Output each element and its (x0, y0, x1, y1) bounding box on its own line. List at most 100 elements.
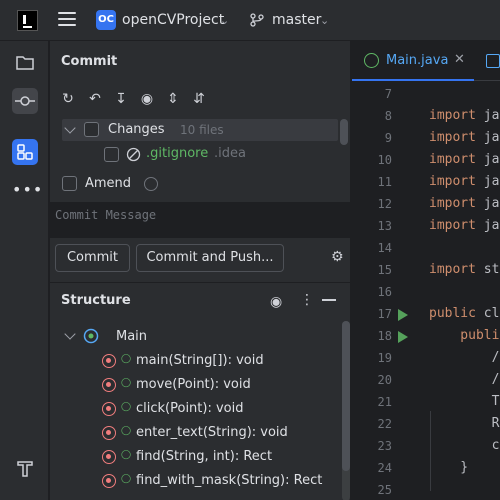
scrollbar[interactable] (342, 321, 350, 500)
changes-count: 10 files (180, 123, 224, 137)
commit-button[interactable]: Commit (55, 244, 130, 272)
branch-name[interactable]: master (272, 12, 321, 28)
minimize-icon[interactable] (322, 299, 336, 301)
gear-icon[interactable]: ⚙ (331, 250, 345, 264)
code-line[interactable]: } (429, 460, 468, 475)
close-icon[interactable]: ✕ (454, 52, 465, 67)
commit-icon[interactable] (12, 88, 38, 114)
eye-icon[interactable]: ◉ (270, 294, 282, 310)
code-line[interactable]: import ja (429, 196, 499, 211)
public-lock-icon: ◯ (121, 450, 132, 460)
chevron-down-icon[interactable] (64, 122, 76, 134)
next-tab-icon[interactable] (486, 54, 500, 68)
rollback-icon[interactable]: ↶ (87, 91, 103, 107)
code-text: ja (475, 196, 500, 211)
tree-root-row[interactable]: Main (50, 326, 340, 348)
keyword: import (429, 196, 476, 211)
more-tools-icon[interactable]: ••• (12, 179, 42, 205)
tree-member-row[interactable]: ◯ find(String, int): Rect (50, 446, 340, 468)
amend-label[interactable]: Amend (85, 176, 131, 191)
build-hammer-icon[interactable] (12, 455, 38, 481)
keyword: import (429, 108, 476, 123)
code-area[interactable]: import ja import ja import ja import ja impo… (352, 81, 500, 500)
file-checkbox[interactable] (104, 147, 119, 162)
chevron-down-icon[interactable]: ⌄ (320, 14, 329, 27)
code-line[interactable]: / (429, 372, 500, 387)
panel-title: Structure (61, 293, 131, 308)
code-text: ja (475, 174, 500, 189)
code-line[interactable]: import ja (429, 174, 499, 189)
editor-tab-bar: Main.java ✕ (352, 41, 500, 81)
code-text: / (429, 372, 500, 387)
editor-tab-main[interactable]: Main.java ✕ (352, 41, 474, 81)
commit-message-input[interactable]: Commit Message (50, 202, 350, 238)
method-icon (102, 402, 116, 416)
panel-title: Commit (61, 54, 118, 69)
tree-member-row[interactable]: ◯ enter_text(String): void (50, 422, 340, 444)
code-text: ja (475, 218, 500, 233)
structure-icon[interactable] (12, 139, 38, 165)
code-line[interactable]: R (429, 416, 500, 431)
tree-member-row[interactable]: ◯ main(String[]): void (50, 350, 340, 372)
project-badge[interactable]: OC (96, 10, 116, 30)
method-icon (102, 354, 116, 368)
code-line[interactable]: c (429, 438, 500, 453)
changes-label: Changes (108, 122, 165, 137)
member-label: find_with_mask(String): Rect (136, 473, 323, 488)
code-line[interactable]: import ja (429, 130, 499, 145)
intellij-logo-icon[interactable] (17, 10, 38, 31)
code-text: cl (475, 306, 500, 321)
code-text: R (429, 416, 500, 431)
ignored-file-icon (126, 147, 141, 162)
project-name[interactable]: openCVProject (122, 12, 224, 28)
download-icon[interactable]: ↧ (113, 91, 129, 107)
chevron-down-icon[interactable] (64, 328, 76, 340)
method-icon (102, 378, 116, 392)
tab-label: Main.java (386, 53, 449, 68)
scrollbar-thumb[interactable] (342, 321, 350, 471)
collapse-all-icon[interactable]: ⇵ (191, 91, 207, 107)
code-editor[interactable]: Main.java ✕ 7 8 9 10 11 12 13 14 15 16 17 18 19 20 21 2… (351, 41, 500, 500)
amend-checkbox[interactable] (62, 176, 77, 191)
clock-icon[interactable] (144, 177, 158, 191)
code-text: ja (475, 152, 500, 167)
code-text: st (475, 262, 500, 277)
tree-member-row[interactable]: ◯ click(Point): void (50, 398, 340, 420)
kebab-menu-icon[interactable]: ⋮ (300, 292, 314, 308)
code-line[interactable]: publi (429, 328, 499, 343)
code-line[interactable]: import st (429, 262, 499, 277)
keyword: public (429, 306, 476, 321)
code-line[interactable]: import ja (429, 218, 499, 233)
method-icon (102, 426, 116, 440)
changes-checkbox[interactable] (84, 122, 99, 137)
code-text: ja (475, 108, 500, 123)
code-text: T (429, 394, 500, 409)
main-menu-icon[interactable] (58, 12, 76, 28)
code-line[interactable]: public cl (429, 306, 499, 321)
keyword: import (429, 262, 476, 277)
code-line[interactable]: T (429, 394, 500, 409)
folder-icon[interactable] (12, 50, 38, 76)
changes-group-row[interactable]: Changes 10 files (62, 119, 338, 141)
tree-member-row[interactable]: ◯ find_with_mask(String): Rect (50, 470, 340, 492)
title-bar: OC openCVProject ⌄ master ⌄ (0, 0, 500, 41)
member-label: enter_text(String): void (136, 425, 288, 440)
keyword: import (429, 218, 476, 233)
code-line[interactable]: import ja (429, 108, 499, 123)
refresh-icon[interactable]: ↻ (60, 91, 76, 107)
commit-and-push-button[interactable]: Commit and Push... (136, 244, 284, 272)
expand-all-icon[interactable]: ⇕ (165, 91, 181, 107)
changed-file-name[interactable]: .gitignore (146, 146, 208, 161)
eye-icon[interactable]: ◉ (139, 91, 155, 107)
member-label: move(Point): void (136, 377, 251, 392)
code-line[interactable]: import ja (429, 152, 499, 167)
code-text: } (429, 460, 469, 475)
code-line[interactable]: / (429, 350, 500, 365)
tool-window-strip: ••• (0, 41, 49, 500)
indent-guide (430, 411, 431, 491)
member-label: find(String, int): Rect (136, 449, 273, 464)
git-branch-icon[interactable] (250, 13, 264, 27)
scrollbar[interactable] (340, 119, 348, 145)
tree-member-row[interactable]: ◯ move(Point): void (50, 374, 340, 396)
chevron-down-icon[interactable]: ⌄ (220, 14, 229, 27)
